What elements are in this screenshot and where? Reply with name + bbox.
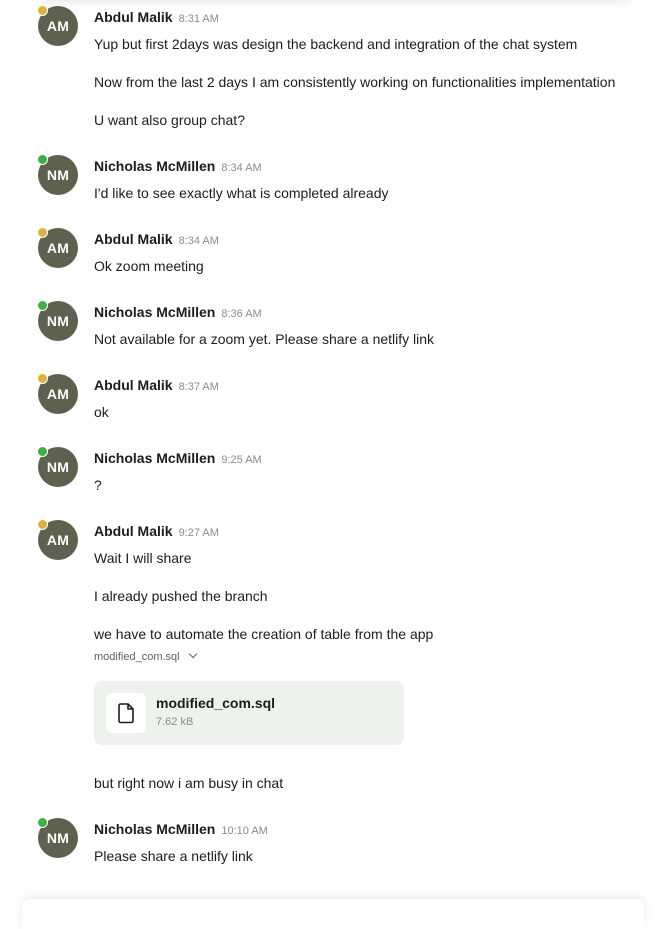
file-attachment[interactable]: modified_com.sql 7.62 kB (94, 681, 404, 745)
avatar-initials: NM (46, 313, 70, 329)
attachment-toggle[interactable]: modified_com.sql (94, 649, 197, 663)
avatar[interactable]: AM (37, 227, 78, 268)
author-name[interactable]: Nicholas McMillen (94, 821, 215, 837)
message-text: ok (94, 404, 109, 420)
author-name[interactable]: Nicholas McMillen (94, 450, 215, 466)
file-name[interactable]: modified_com.sql (156, 695, 275, 711)
avatar-initials: NM (46, 167, 70, 183)
away-status-icon (37, 519, 48, 530)
message-header: Nicholas McMillen 10:10 AM (94, 821, 268, 839)
author-name[interactable]: Nicholas McMillen (94, 158, 215, 174)
message-text: Yup but first 2days was design the backe… (94, 36, 578, 52)
message-text: we have to automate the creation of tabl… (94, 626, 434, 642)
timestamp[interactable]: 8:34 AM (179, 235, 219, 247)
timestamp[interactable]: 8:31 AM (179, 13, 219, 25)
timestamp[interactable]: 8:36 AM (221, 308, 261, 320)
avatar[interactable]: NM (37, 817, 78, 858)
author-name[interactable]: Abdul Malik (94, 231, 173, 247)
message-text: I already pushed the branch (94, 588, 268, 604)
file-size: 7.62 kB (156, 716, 194, 728)
author-name[interactable]: Abdul Malik (94, 523, 173, 539)
avatar-initials: AM (46, 386, 70, 402)
avatar[interactable]: AM (37, 5, 78, 46)
avatar-initials: NM (46, 830, 70, 846)
online-status-icon (37, 154, 48, 165)
message-text: ? (94, 477, 102, 493)
timestamp[interactable]: 8:34 AM (221, 162, 261, 174)
timestamp[interactable]: 9:27 AM (179, 527, 219, 539)
avatar[interactable]: AM (37, 519, 78, 560)
message-header: Abdul Malik 8:37 AM (94, 377, 219, 395)
message-text: Now from the last 2 days I am consistent… (94, 74, 616, 90)
author-name[interactable]: Nicholas McMillen (94, 304, 215, 320)
online-status-icon (37, 446, 48, 457)
message-text: but right now i am busy in chat (94, 775, 284, 791)
attachment-toggle-label: modified_com.sql (94, 651, 180, 663)
avatar-initials: AM (46, 18, 70, 34)
away-status-icon (37, 227, 48, 238)
avatar[interactable]: AM (37, 373, 78, 414)
author-name[interactable]: Abdul Malik (94, 9, 173, 25)
away-status-icon (37, 373, 48, 384)
message-text: Not available for a zoom yet. Please sha… (94, 331, 435, 347)
timestamp[interactable]: 8:37 AM (179, 381, 219, 393)
avatar-initials: AM (46, 240, 70, 256)
message-text: Ok zoom meeting (94, 258, 204, 274)
message-text: I'd like to see exactly what is complete… (94, 185, 389, 201)
avatar-initials: AM (46, 532, 70, 548)
message-header: Nicholas McMillen 8:36 AM (94, 304, 262, 322)
chevron-down-icon (188, 649, 197, 659)
message-header: Abdul Malik 8:34 AM (94, 231, 219, 249)
away-status-icon (37, 5, 48, 16)
online-status-icon (37, 300, 48, 311)
timestamp[interactable]: 10:10 AM (221, 825, 267, 837)
message-text: Please share a netlify link (94, 848, 253, 864)
avatar[interactable]: NM (37, 446, 78, 487)
author-name[interactable]: Abdul Malik (94, 377, 173, 393)
message-header: Nicholas McMillen 9:25 AM (94, 450, 262, 468)
file-icon (106, 693, 146, 733)
message-header: Nicholas McMillen 8:34 AM (94, 158, 262, 176)
timestamp[interactable]: 9:25 AM (221, 454, 261, 466)
message-header: Abdul Malik 9:27 AM (94, 523, 219, 541)
message-composer[interactable] (22, 899, 644, 929)
avatar-initials: NM (46, 459, 70, 475)
message-text: Wait I will share (94, 550, 192, 566)
avatar[interactable]: NM (37, 300, 78, 341)
avatar[interactable]: NM (37, 154, 78, 195)
message-header: Abdul Malik 8:31 AM (94, 9, 219, 27)
online-status-icon (37, 817, 48, 828)
message-text: U want also group chat? (94, 112, 245, 128)
